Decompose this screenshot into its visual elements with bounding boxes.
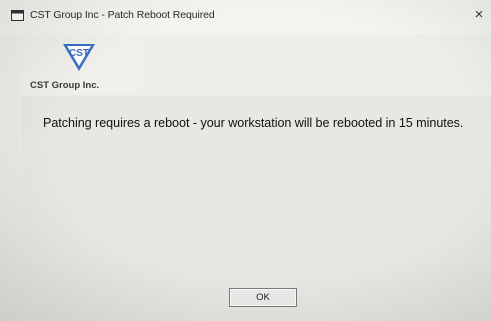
close-icon: × [474,6,484,23]
logo-panel: CST CST Group Inc. [22,36,142,94]
close-button[interactable]: × [470,6,488,24]
dialog-window: CST Group Inc - Patch Reboot Required × … [0,0,491,321]
window-app-icon [11,10,24,21]
title-bar[interactable]: CST Group Inc - Patch Reboot Required × [0,0,491,34]
cst-logo-icon: CST [63,44,95,71]
ok-button[interactable]: OK [229,288,297,307]
company-name: CST Group Inc. [30,80,100,91]
window-title: CST Group Inc - Patch Reboot Required [30,9,215,21]
svg-text:CST: CST [69,48,89,59]
reboot-message: Patching requires a reboot - your workst… [43,116,464,130]
